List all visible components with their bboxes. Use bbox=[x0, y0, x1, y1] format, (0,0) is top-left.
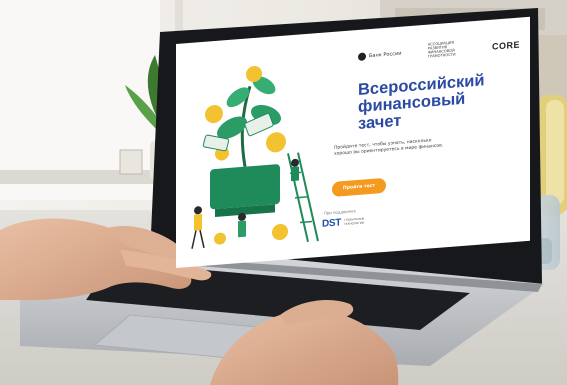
picture-frame bbox=[119, 149, 143, 175]
dst-mark: DST bbox=[322, 217, 342, 230]
eagle-emblem-icon bbox=[358, 52, 366, 61]
dst-logo: DST ГЛОБАЛЬНЫЕ ТЕХНОЛОГИИ bbox=[322, 215, 366, 230]
take-test-button[interactable]: Пройти тест bbox=[332, 177, 386, 197]
laptop-screen-webpage: Банк России АССОЦИАЦИЯ РАЗВИТИЯ ФИНАНСОВ… bbox=[176, 16, 530, 268]
support-label: При поддержке bbox=[324, 208, 356, 216]
partner-logos: Банк России АССОЦИАЦИЯ РАЗВИТИЯ ФИНАНСОВ… bbox=[358, 38, 520, 64]
association-logo-text: АССОЦИАЦИЯ РАЗВИТИЯ ФИНАНСОВОЙ ГРАМОТНОС… bbox=[427, 40, 456, 59]
intro-text: Пройдите тест, чтобы узнать, насколько х… bbox=[334, 138, 444, 157]
page-title: Всероссийский финансовый зачет bbox=[358, 69, 528, 133]
central-bank-logo: Банк России bbox=[358, 50, 401, 61]
dst-subtitle: ГЛОБАЛЬНЫЕ ТЕХНОЛОГИИ bbox=[344, 216, 365, 226]
central-bank-name: Банк России bbox=[369, 50, 402, 60]
core-logo: CORE bbox=[491, 39, 520, 52]
finance-illustration bbox=[191, 65, 319, 249]
